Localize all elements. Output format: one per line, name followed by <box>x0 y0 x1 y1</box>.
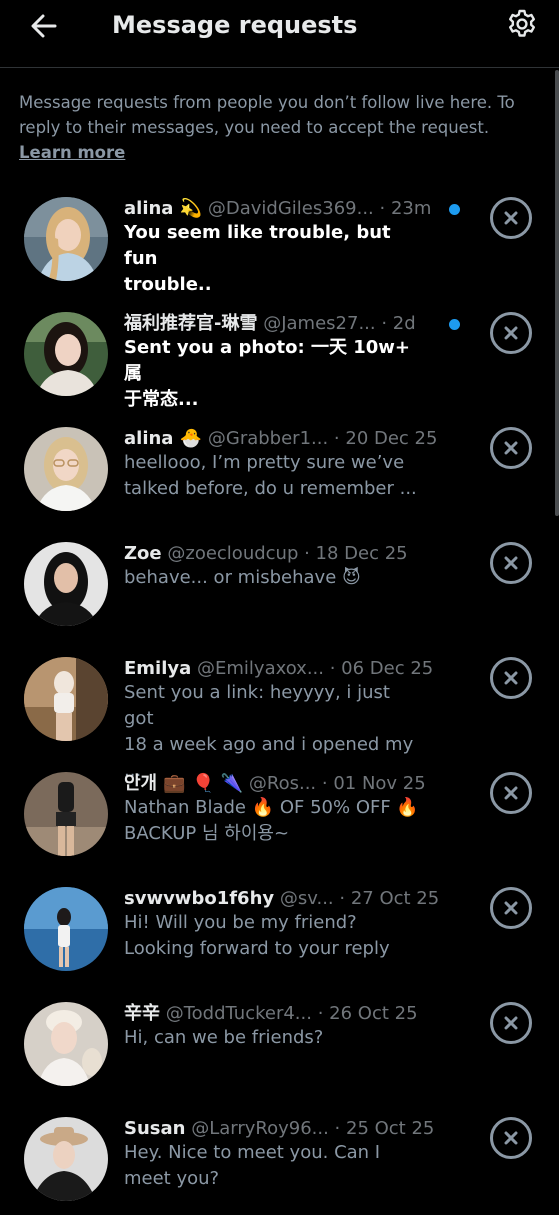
request-item[interactable]: Emilya @Emilyaxox... · 06 Dec 25 Sent yo… <box>0 640 559 781</box>
dismiss-request-button[interactable] <box>490 887 532 929</box>
avatar[interactable] <box>24 1002 108 1086</box>
sender-handle: @Emilyaxox... <box>197 658 324 679</box>
avatar[interactable] <box>24 657 108 741</box>
request-item[interactable]: alina 🐣 @Grabber1... · 20 Dec 25 heelloo… <box>0 410 559 525</box>
gear-icon <box>506 8 538 44</box>
request-meta: alina 🐣 @Grabber1... · 20 Dec 25 <box>124 426 444 452</box>
close-icon <box>503 555 519 571</box>
request-meta: Susan @LarryRoy96... · 25 Oct 25 <box>124 1116 444 1142</box>
sender-handle: @LarryRoy96... <box>191 1118 329 1139</box>
request-meta: 福利推荐官-琳雪 @James27... · 2d <box>124 311 444 337</box>
dismiss-request-button[interactable] <box>490 312 532 354</box>
learn-more-link[interactable]: Learn more <box>19 140 125 165</box>
message-date: · 26 Oct 25 <box>311 1003 418 1024</box>
request-meta: 辛辛 @ToddTucker4... · 26 Oct 25 <box>124 1001 444 1027</box>
back-button[interactable] <box>22 8 66 48</box>
message-preview: Hey. Nice to meet you. Can I meet you? <box>124 1142 381 1189</box>
avatar[interactable] <box>24 887 108 971</box>
request-item[interactable]: 안개 💼 🎈 🌂 @Ros... · 01 Nov 25 Nathan Blad… <box>0 755 559 870</box>
message-preview: Hi, can we be friends? <box>124 1027 324 1048</box>
message-preview: Hi! Will you be my friend? Looking forwa… <box>124 912 390 959</box>
message-preview: You seem like trouble, but fun trouble.. <box>124 222 391 295</box>
request-meta: Emilya @Emilyaxox... · 06 Dec 25 <box>124 656 444 682</box>
sender-name: Emilya <box>124 658 192 679</box>
sender-name: 辛辛 <box>124 1003 160 1024</box>
message-date: · 01 Nov 25 <box>316 773 426 794</box>
sender-name: 안개 💼 🎈 🌂 <box>124 773 244 794</box>
close-icon <box>503 210 519 226</box>
sender-handle: @zoecloudcup <box>167 543 299 564</box>
message-preview: Nathan Blade 🔥 OF 50% OFF 🔥 BACKUP 님 하이용… <box>124 797 419 844</box>
message-date: · 2d <box>375 313 416 334</box>
avatar[interactable] <box>24 197 108 281</box>
message-date: · 06 Dec 25 <box>323 658 434 679</box>
message-date: · 18 Dec 25 <box>298 543 408 564</box>
unread-dot <box>449 319 460 330</box>
close-icon <box>503 440 519 456</box>
request-meta: 안개 💼 🎈 🌂 @Ros... · 01 Nov 25 <box>124 771 444 797</box>
intro-text: Message requests from people you don’t f… <box>19 93 515 137</box>
sender-name: Susan <box>124 1118 186 1139</box>
avatar[interactable] <box>24 312 108 396</box>
dismiss-request-button[interactable] <box>490 1002 532 1044</box>
avatar[interactable] <box>24 542 108 626</box>
request-item[interactable]: Susan @LarryRoy96... · 25 Oct 25 Hey. Ni… <box>0 1100 559 1215</box>
unread-dot <box>449 204 460 215</box>
request-meta: svwvwbo1f6hy @sv... · 27 Oct 25 <box>124 886 444 912</box>
intro-notice: Message requests from people you don’t f… <box>19 90 539 165</box>
avatar[interactable] <box>24 1117 108 1201</box>
sender-handle: @sv... <box>279 888 334 909</box>
dismiss-request-button[interactable] <box>490 542 532 584</box>
sender-handle: @Ros... <box>248 773 317 794</box>
arrow-left-icon <box>31 14 57 42</box>
close-icon <box>503 900 519 916</box>
sender-handle: @ToddTucker4... <box>165 1003 312 1024</box>
dismiss-request-button[interactable] <box>490 657 532 699</box>
message-date: · 20 Dec 25 <box>328 428 438 449</box>
dismiss-request-button[interactable] <box>490 427 532 469</box>
sender-handle: @James27... <box>263 313 376 334</box>
message-preview: Sent you a photo: 一天 10w+ 属 于常态... <box>124 337 410 410</box>
close-icon <box>503 325 519 341</box>
avatar[interactable] <box>24 772 108 856</box>
top-bar: Message requests <box>0 0 559 68</box>
message-date: · 27 Oct 25 <box>333 888 440 909</box>
sender-name: svwvwbo1f6hy <box>124 888 275 909</box>
avatar[interactable] <box>24 427 108 511</box>
message-date: · 25 Oct 25 <box>328 1118 435 1139</box>
dismiss-request-button[interactable] <box>490 197 532 239</box>
sender-name: alina 🐣 <box>124 428 203 449</box>
request-item[interactable]: 辛辛 @ToddTucker4... · 26 Oct 25 Hi, can w… <box>0 985 559 1100</box>
message-preview: behave... or misbehave 😈 <box>124 567 361 588</box>
page-title: Message requests <box>112 11 358 39</box>
message-date: · 23m <box>373 198 432 219</box>
settings-button[interactable] <box>500 6 544 46</box>
close-icon <box>503 670 519 686</box>
request-item[interactable]: alina 💫 @DavidGiles369... · 23m You seem… <box>0 180 559 295</box>
request-meta: Zoe @zoecloudcup · 18 Dec 25 <box>124 541 444 567</box>
sender-name: 福利推荐官-琳雪 <box>124 313 258 334</box>
sender-handle: @Grabber1... <box>207 428 329 449</box>
sender-handle: @DavidGiles369... <box>207 198 374 219</box>
dismiss-request-button[interactable] <box>490 772 532 814</box>
sender-name: Zoe <box>124 543 162 564</box>
request-item[interactable]: 福利推荐官-琳雪 @James27... · 2d Sent you a pho… <box>0 295 559 410</box>
close-icon <box>503 1015 519 1031</box>
close-icon <box>503 1130 519 1146</box>
close-icon <box>503 785 519 801</box>
request-item[interactable]: Zoe @zoecloudcup · 18 Dec 25 behave... o… <box>0 525 559 640</box>
dismiss-request-button[interactable] <box>490 1117 532 1159</box>
request-item[interactable]: svwvwbo1f6hy @sv... · 27 Oct 25 Hi! Will… <box>0 870 559 985</box>
message-preview: heellooo, I’m pretty sure we’ve talked b… <box>124 452 417 499</box>
sender-name: alina 💫 <box>124 198 203 219</box>
request-meta: alina 💫 @DavidGiles369... · 23m <box>124 196 444 222</box>
